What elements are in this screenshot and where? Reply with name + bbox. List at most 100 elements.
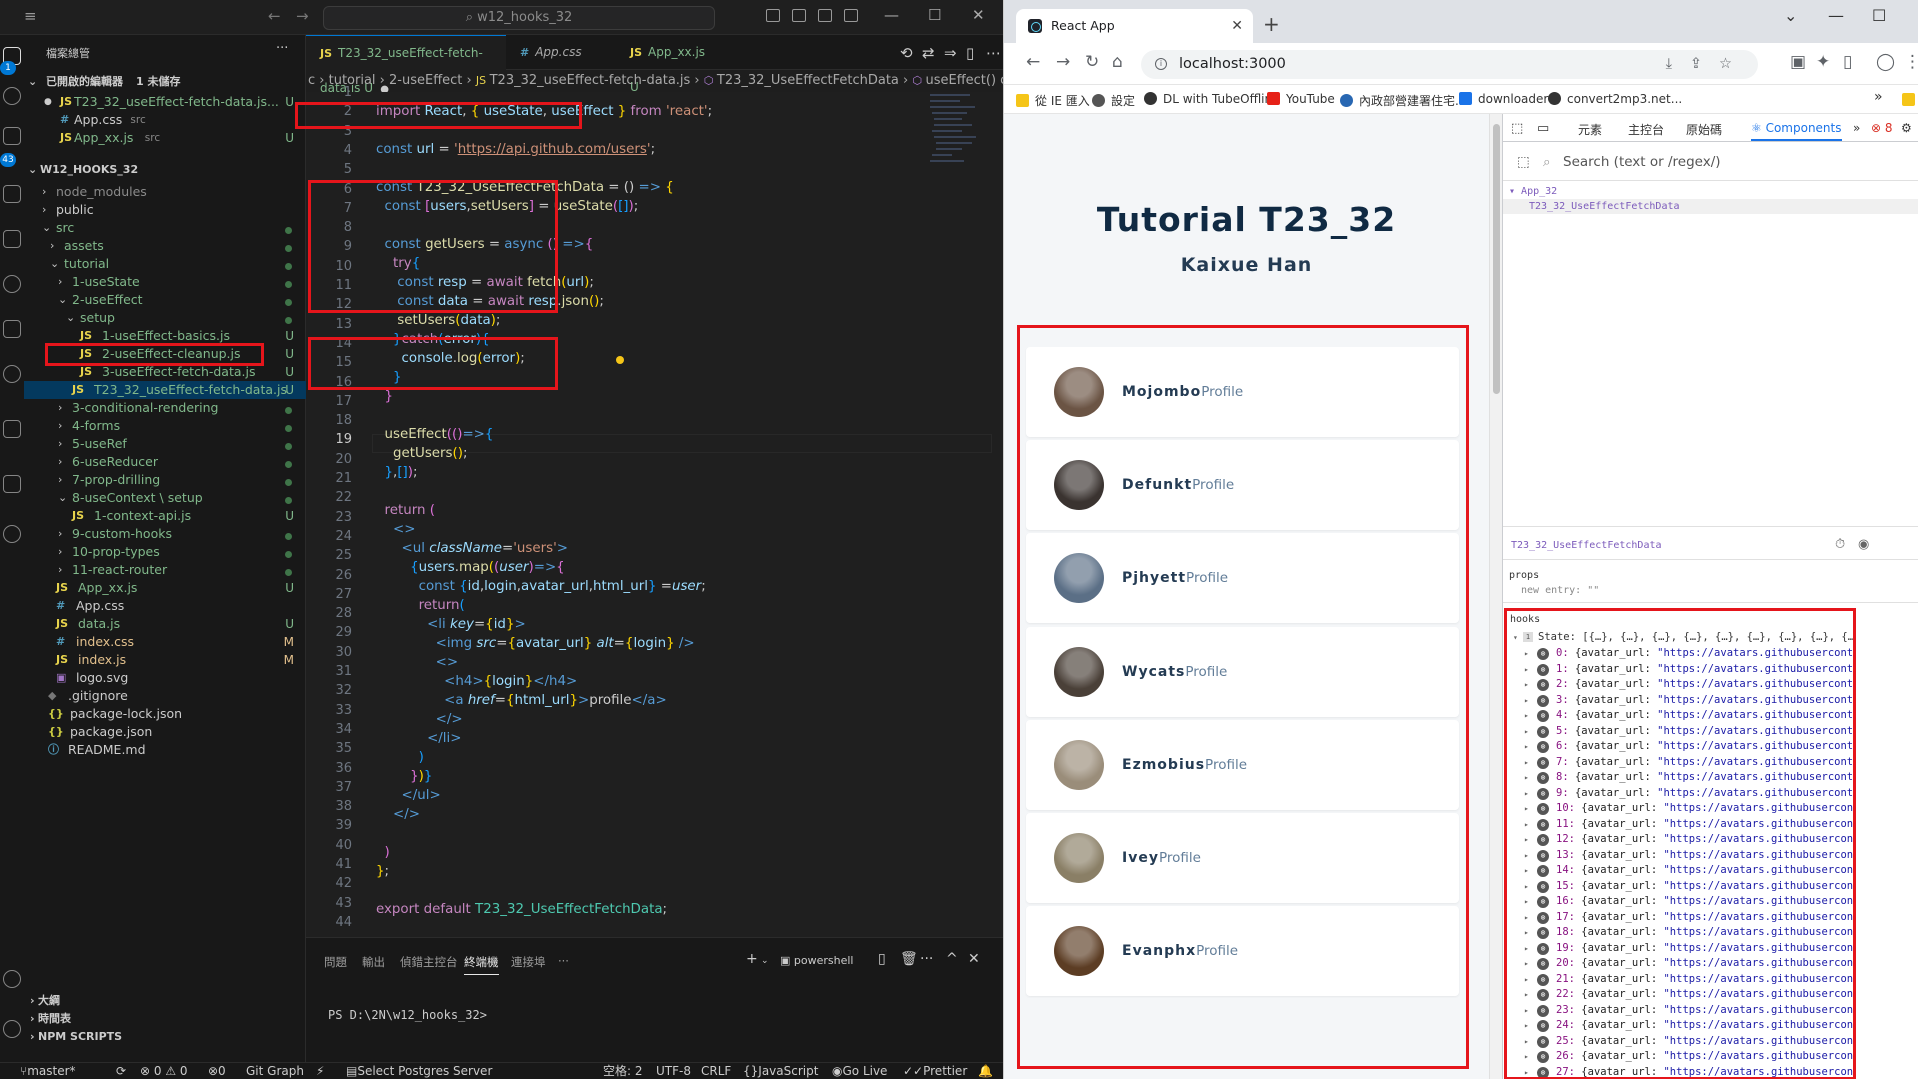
folder-item[interactable]: › 10-prop-types: [24, 543, 306, 561]
panel-tab[interactable]: 偵錯主控台: [400, 954, 458, 970]
eol-indicator[interactable]: CRLF: [701, 1063, 731, 1079]
folder-item[interactable]: › node_modules: [24, 183, 306, 201]
file-item[interactable]: ◆ .gitignore: [24, 687, 306, 705]
file-item[interactable]: JS index.js M: [24, 651, 306, 669]
prettier-button[interactable]: ✓✓ Prettier: [903, 1063, 967, 1079]
devtools-tab[interactable]: 原始碼: [1686, 121, 1722, 138]
folder-item[interactable]: › 11-react-router: [24, 561, 306, 579]
folder-item[interactable]: › 5-useRef: [24, 435, 306, 453]
folder-item[interactable]: › public: [24, 201, 306, 219]
folder-item[interactable]: › 4-forms: [24, 417, 306, 435]
folder-item[interactable]: › 6-useReducer: [24, 453, 306, 471]
state-item-row[interactable]: ▸ ⊗ 27: {avatar_url: "https://avatars.gith…: [1507, 1063, 1853, 1077]
file-item[interactable]: JS T23_32_useEffect-fetch-data.js U: [24, 381, 306, 399]
tree-selected-component[interactable]: T23_32_UseEffectFetchData: [1503, 199, 1918, 214]
toggle-secondary-sidebar-icon[interactable]: [818, 9, 832, 22]
folder-item[interactable]: › 7-prop-drilling: [24, 471, 306, 489]
panel-tab[interactable]: 終端機: [464, 954, 499, 975]
new-terminal-icon[interactable]: +: [746, 951, 758, 967]
code-editor[interactable]: 1 2 3 4 5 6 7 8 9 10 11 12 13 14 15 16 17 18 19 20 21 22 23 24 2…: [295, 85, 1003, 937]
customize-layout-icon[interactable]: [844, 9, 858, 22]
compare-icon[interactable]: ⇄: [922, 44, 935, 62]
split-terminal-icon[interactable]: ▯: [878, 951, 886, 967]
kill-terminal-icon[interactable]: 🗑: [900, 951, 918, 967]
open-editor-item[interactable]: JS App_xx.js src U: [24, 129, 306, 147]
panel-tab[interactable]: 問題: [324, 954, 347, 970]
components-search-input[interactable]: Search (text or /regex/): [1563, 154, 1721, 170]
tree-root[interactable]: ▾ App_32: [1509, 186, 1557, 197]
more-actions-icon[interactable]: ···: [276, 41, 288, 56]
minimize-icon[interactable]: —: [1828, 6, 1844, 25]
install-icon[interactable]: ⤓: [1666, 50, 1672, 79]
more-actions-icon[interactable]: ···: [920, 951, 933, 967]
extension-icon[interactable]: ▣: [1790, 52, 1806, 72]
language-indicator[interactable]: {} JavaScript: [743, 1063, 818, 1079]
manage-gear-icon[interactable]: [3, 1020, 21, 1038]
editor-tab[interactable]: JS App_xx.js U: [616, 35, 716, 94]
sidebar-section-header[interactable]: › NPM SCRIPTS: [24, 1028, 306, 1046]
back-arrow-icon[interactable]: ←: [268, 7, 281, 25]
command-center-search[interactable]: ⌕ w12_hooks_32: [323, 6, 715, 30]
folder-item[interactable]: › 3-conditional-rendering: [24, 399, 306, 417]
close-window-icon[interactable]: ✕: [972, 6, 985, 24]
file-item[interactable]: {} package-lock.json: [24, 705, 306, 723]
history-icon[interactable]: ⟲: [900, 44, 913, 62]
select-element-icon[interactable]: ⬚: [1517, 154, 1530, 170]
folder-item[interactable]: ⌄ setup: [24, 309, 306, 327]
file-item[interactable]: JS 1-context-api.js U: [24, 507, 306, 525]
maximize-icon[interactable]: ☐: [1872, 6, 1886, 25]
split-editor-icon[interactable]: ▯: [966, 44, 974, 62]
indent-indicator[interactable]: 空格: 2: [603, 1063, 643, 1079]
back-icon[interactable]: ←: [1026, 52, 1040, 72]
extensions-icon[interactable]: [3, 230, 21, 248]
go-live-button[interactable]: ◉ Go Live: [832, 1063, 887, 1079]
folder-item[interactable]: ⌄ 2-useEffect: [24, 291, 306, 309]
docker-icon[interactable]: [3, 320, 21, 338]
accounts-icon[interactable]: [3, 970, 21, 988]
extensions-puzzle-icon[interactable]: ✦: [1816, 52, 1830, 72]
sidebar-section-header[interactable]: › 大綱: [24, 992, 306, 1010]
bookmark-item[interactable]: 從 IE 匯入: [1016, 92, 1090, 109]
folder-item[interactable]: ⌄ 8-useContext \ setup: [24, 489, 306, 507]
git-graph-button[interactable]: Git Graph: [246, 1063, 304, 1079]
folder-item[interactable]: ⌄ tutorial: [24, 255, 306, 273]
more-actions-icon[interactable]: ⋯: [986, 44, 1001, 62]
file-item[interactable]: JS App_xx.js U: [24, 579, 306, 597]
sync-icon[interactable]: ⟳: [116, 1063, 126, 1079]
close-tab-icon[interactable]: ✕: [1231, 9, 1243, 43]
bookmark-item[interactable]: convert2mp3.net...: [1548, 92, 1682, 106]
reload-icon[interactable]: ↻: [1085, 52, 1099, 72]
bookmark-star-icon[interactable]: ☆: [1719, 50, 1732, 79]
minimap[interactable]: [926, 92, 996, 182]
bookmark-item[interactable]: 內政部營建署住宅...: [1340, 92, 1466, 109]
editor-tab[interactable]: JS T23_32_useEffect-fetch-data.js U ●: [306, 35, 506, 95]
editor-tab[interactable]: # App.css: [506, 35, 616, 70]
maximize-panel-icon[interactable]: ^: [946, 951, 958, 967]
devtools-settings-icon[interactable]: ⚙: [1901, 121, 1912, 135]
eye-icon[interactable]: ◉: [1858, 537, 1869, 552]
panel-tab[interactable]: 連接埠: [511, 954, 546, 970]
devtools-more-tabs-icon[interactable]: »: [1853, 121, 1860, 135]
postgres-button[interactable]: ▤ Select Postgres Server: [346, 1063, 492, 1079]
encoding-indicator[interactable]: UTF-8: [656, 1063, 691, 1079]
maximize-icon[interactable]: ☐: [928, 6, 941, 24]
terminal-dropdown-icon[interactable]: ⌄: [761, 956, 769, 966]
open-editors-header[interactable]: ⌄ 已開啟的編輯器 1 未儲存: [24, 71, 306, 93]
device-toolbar-icon[interactable]: ▭: [1537, 121, 1549, 136]
bookmarks-overflow-icon[interactable]: »: [1874, 89, 1883, 105]
menu-icon[interactable]: ≡: [24, 9, 40, 24]
file-item[interactable]: ⓘ README.md: [24, 741, 306, 759]
open-editor-item[interactable]: # App.css src: [24, 111, 306, 129]
side-panel-icon[interactable]: ▯: [1843, 52, 1852, 72]
search-icon[interactable]: [3, 87, 21, 105]
database-icon[interactable]: [3, 475, 21, 493]
profile-icon[interactable]: ◯: [1876, 52, 1895, 72]
minimize-icon[interactable]: —: [884, 6, 899, 24]
new-tab-icon[interactable]: +: [1263, 12, 1280, 36]
folder-item[interactable]: › assets: [24, 237, 306, 255]
props-new-entry[interactable]: new entry: "": [1521, 585, 1599, 596]
folder-item[interactable]: › 9-custom-hooks: [24, 525, 306, 543]
ports-indicator[interactable]: ⊗0: [208, 1063, 226, 1079]
terminal-prompt[interactable]: PS D:\2N\w12_hooks_32>: [328, 1008, 487, 1022]
timeline-icon[interactable]: [3, 525, 21, 543]
